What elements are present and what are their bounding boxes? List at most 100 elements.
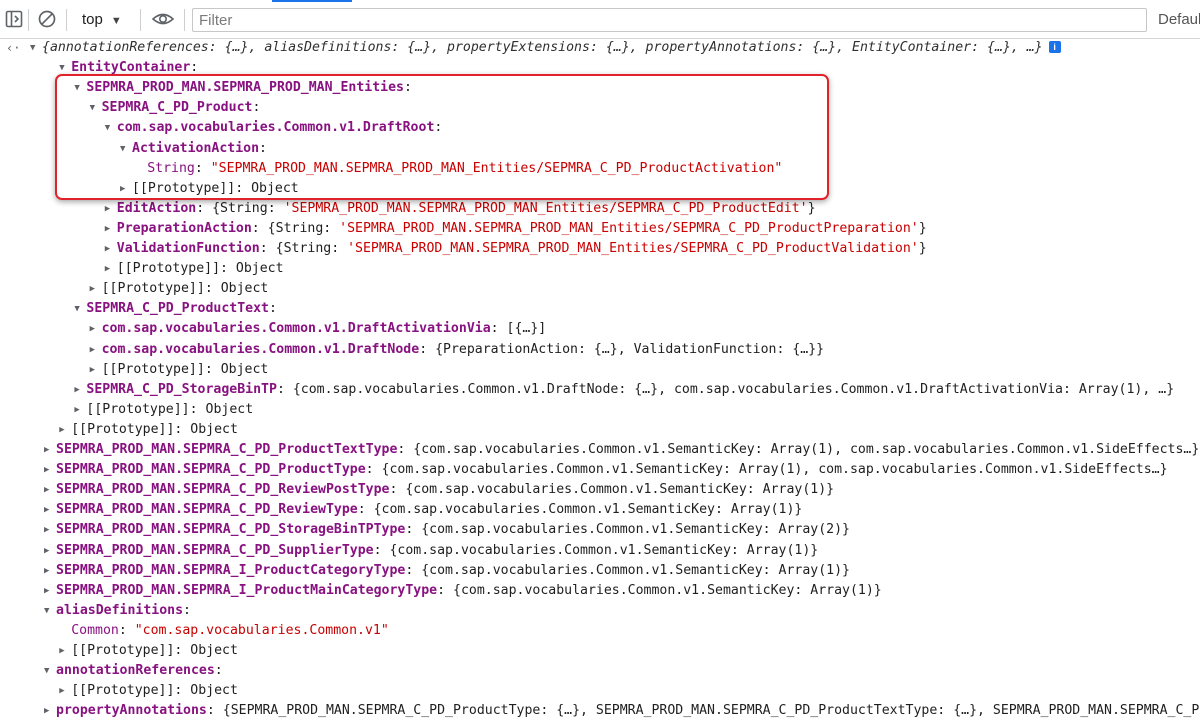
tree-row[interactable]: ▼ ActivationAction:	[120, 139, 267, 159]
tree-row[interactable]: ▶ [[Prototype]]: Object	[59, 420, 238, 440]
tree-row[interactable]: ▼ SEPMRA_PROD_MAN.SEPMRA_PROD_MAN_Entitie…	[74, 78, 412, 98]
info-icon[interactable]: i	[1048, 41, 1061, 53]
collapse-arrow-icon[interactable]: ▼	[90, 98, 102, 118]
tree-row[interactable]: ▶ com.sap.vocabularies.Common.v1.DraftAct…	[90, 319, 547, 339]
expand-arrow-icon[interactable]: ▶	[44, 561, 56, 581]
property-key: SEPMRA_PROD_MAN.SEPMRA_C_PD_StorageBinTP…	[56, 522, 406, 538]
tree-row[interactable]: ▶ SEPMRA_C_PD_StorageBinTP: {com.sap.voca…	[74, 380, 1174, 400]
tree-row[interactable]: ▶ PreparationAction: {String: 'SEPMRA_PRO…	[105, 219, 927, 239]
expand-arrow-icon[interactable]: ▶	[44, 500, 56, 520]
property-key: SEPMRA_PROD_MAN.SEPMRA_C_PD_SupplierType	[56, 542, 374, 558]
expand-arrow-icon[interactable]: ▶	[90, 360, 102, 380]
tree-row[interactable]: ▶ [[Prototype]]: Object	[105, 259, 284, 279]
expand-arrow-icon[interactable]: ▶	[105, 259, 117, 279]
tree-row[interactable]: ▼ SEPMRA_C_PD_Product:	[90, 98, 261, 118]
property-key: SEPMRA_C_PD_Product	[101, 100, 253, 116]
collapse-arrow-icon[interactable]: ▼	[120, 139, 132, 159]
colon: :	[323, 220, 340, 236]
expand-arrow-icon[interactable]: ▶	[105, 239, 117, 259]
property-key: SEPMRA_PROD_MAN.SEPMRA_I_ProductMainCate…	[56, 582, 438, 598]
expand-arrow-icon[interactable]: ▶	[90, 319, 102, 339]
object-summary: {annotationReferences: {…}, aliasDefinit…	[42, 40, 1043, 55]
colon: :	[373, 542, 390, 558]
collapse-arrow-icon[interactable]: ▼	[44, 661, 56, 681]
tree-row[interactable]: ▶ propertyAnnotations: {SEPMRA_PROD_MAN.S…	[44, 701, 1200, 721]
brace: , …}	[1010, 40, 1043, 55]
expand-arrow-icon[interactable]: ▶	[44, 701, 56, 721]
value-preview: {com.sap.vocabularies.Common.v1.Semantic…	[421, 522, 850, 538]
log-levels-dropdown[interactable]: Default levels	[1158, 9, 1200, 31]
colon: :	[190, 60, 199, 76]
expand-arrow-icon[interactable]: ▶	[44, 541, 56, 561]
property-key: com.sap.vocabularies.Common.v1.DraftNode	[101, 341, 420, 357]
colon: :	[490, 321, 507, 337]
tree-row[interactable]: ▶ SEPMRA_PROD_MAN.SEPMRA_C_PD_ProductType…	[44, 460, 1168, 480]
expand-arrow-icon[interactable]: ▶	[59, 420, 71, 440]
collapse-arrow-icon[interactable]: ▼	[74, 78, 86, 98]
tree-row[interactable]: ▶ SEPMRA_PROD_MAN.SEPMRA_C_PD_ReviewType:…	[44, 500, 802, 520]
expand-arrow-icon[interactable]: ▶	[74, 380, 86, 400]
property-key: com.sap.vocabularies.Common.v1.DraftActi…	[101, 321, 491, 337]
colon: :	[259, 140, 267, 156]
tree-row[interactable]: ▼ EntityContainer:	[59, 58, 198, 78]
expand-arrow-icon[interactable]: ▶	[105, 219, 117, 239]
colon: :	[434, 120, 443, 136]
tree-row[interactable]: ▶ [[Prototype]]: Object	[120, 179, 299, 199]
colon: :	[331, 241, 348, 256]
expand-arrow-icon[interactable]: ▶	[90, 340, 102, 360]
colon: :	[391, 40, 408, 55]
tree-row[interactable]: ▶ SEPMRA_PROD_MAN.SEPMRA_C_PD_StorageBinT…	[44, 520, 850, 540]
filter-input[interactable]	[192, 8, 1147, 32]
expand-arrow-icon[interactable]: ▼	[30, 38, 42, 58]
summary-value: {…}	[987, 40, 1011, 55]
console-toolbar: top ▼ Default levels	[0, 0, 1200, 39]
expand-arrow-icon[interactable]: ▶	[44, 460, 56, 480]
collapse-arrow-icon[interactable]: ▼	[44, 601, 56, 621]
colon: :	[206, 703, 223, 719]
tree-row[interactable]: ▼ SEPMRA_C_PD_ProductText:	[74, 299, 277, 319]
value-preview: {com.sap.vocabularies.Common.v1.Semantic…	[381, 462, 1168, 478]
collapse-arrow-icon[interactable]: ▼	[105, 118, 117, 138]
expand-arrow-icon[interactable]: ▶	[120, 179, 132, 199]
clear-console-icon[interactable]	[37, 9, 57, 29]
sidebar-toggle-icon[interactable]	[4, 9, 24, 29]
expand-arrow-icon[interactable]: ▶	[44, 440, 56, 460]
colon: :	[174, 643, 191, 658]
tree-row[interactable]: ▶ [[Prototype]]: Object	[90, 360, 269, 380]
context-selector[interactable]: top ▼	[82, 9, 122, 31]
tree-row[interactable]: ▶ SEPMRA_PROD_MAN.SEPMRA_I_ProductCategor…	[44, 561, 850, 581]
expand-arrow-icon[interactable]: ▶	[44, 581, 56, 601]
summary-key: propertyAnnotations	[645, 40, 797, 55]
tree-row[interactable]: ▶ SEPMRA_PROD_MAN.SEPMRA_C_PD_ProductText…	[44, 440, 1199, 460]
expand-arrow-icon[interactable]: ▶	[59, 641, 71, 661]
expand-arrow-icon[interactable]: ▶	[44, 520, 56, 540]
tree-row[interactable]: ▶ EditAction: {String: 'SEPMRA_PROD_MAN.S…	[105, 199, 816, 219]
tree-row[interactable]: ▼ annotationReferences:	[44, 661, 223, 681]
property-key: [[Prototype]]	[101, 281, 205, 297]
tree-row[interactable]: ▶ SEPMRA_PROD_MAN.SEPMRA_I_ProductMainCat…	[44, 581, 882, 601]
collapse-arrow-icon[interactable]: ▼	[74, 299, 86, 319]
summary-value: {…}	[224, 40, 249, 55]
property-key: SEPMRA_PROD_MAN.SEPMRA_C_PD_ProductTextT…	[56, 442, 398, 457]
expand-arrow-icon[interactable]: ▶	[105, 199, 117, 219]
expand-arrow-icon[interactable]: ▶	[44, 480, 56, 500]
collapse-arrow-icon[interactable]: ▼	[59, 58, 71, 78]
tree-row[interactable]: ▶ [[Prototype]]: Object	[59, 681, 238, 701]
tree-row[interactable]: ▶ ValidationFunction: {String: 'SEPMRA_PR…	[105, 239, 927, 259]
expand-arrow-icon[interactable]: ▶	[90, 279, 102, 299]
tree-row[interactable]: ▶ com.sap.vocabularies.Common.v1.DraftNod…	[90, 340, 825, 360]
tree-row[interactable]: ▶ SEPMRA_PROD_MAN.SEPMRA_C_PD_ReviewPostT…	[44, 480, 834, 500]
colon: :	[189, 401, 206, 417]
tree-row[interactable]: ▼ com.sap.vocabularies.Common.v1.DraftRoo…	[105, 118, 443, 138]
tree-row[interactable]: ▼ aliasDefinitions:	[44, 601, 191, 621]
value-preview: Object	[235, 261, 284, 277]
eye-icon[interactable]	[151, 9, 175, 29]
tree-row[interactable]: ▶ [[Prototype]]: Object	[74, 400, 253, 420]
summary-value: {…}	[812, 40, 837, 55]
tree-row[interactable]: ▶ [[Prototype]]: Object	[59, 641, 238, 661]
expand-arrow-icon[interactable]: ▶	[74, 400, 86, 420]
expand-arrow-icon[interactable]: ▶	[59, 681, 71, 701]
tree-row[interactable]: ▶ SEPMRA_PROD_MAN.SEPMRA_C_PD_SupplierTyp…	[44, 541, 818, 561]
colon: :	[269, 301, 277, 317]
tree-row[interactable]: ▶ [[Prototype]]: Object	[90, 279, 269, 299]
